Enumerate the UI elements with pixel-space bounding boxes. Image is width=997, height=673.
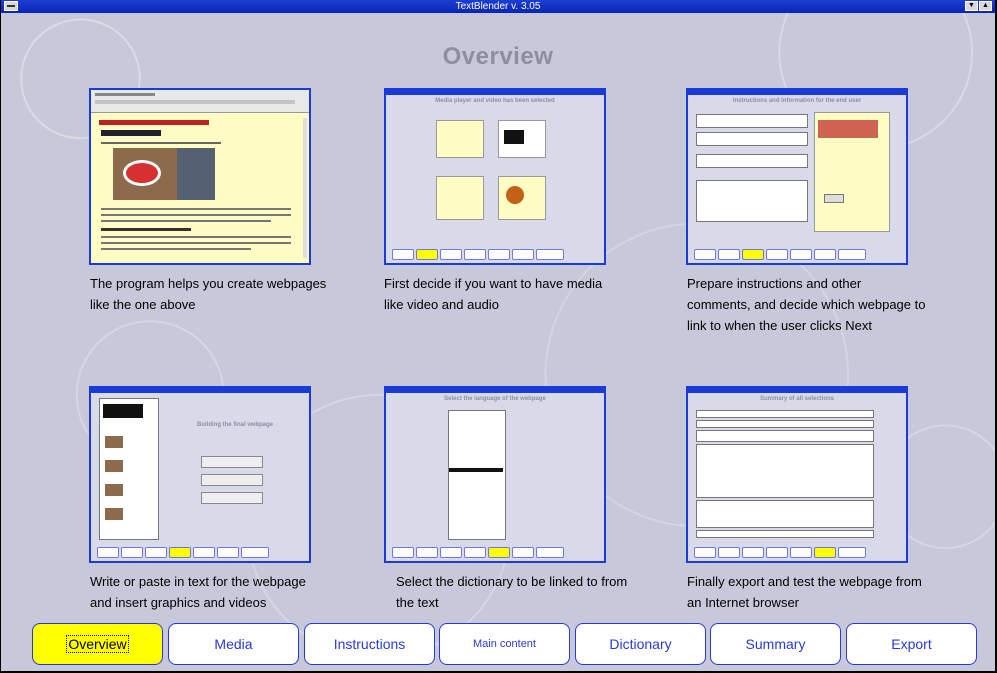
- maximize-icon[interactable]: ▲: [979, 1, 992, 11]
- nav-instructions-button[interactable]: Instructions: [304, 623, 435, 665]
- thumbnail-main-content: Building the final webpage: [89, 386, 311, 563]
- page-title: Overview: [442, 43, 554, 70]
- minimize-icon[interactable]: ▼: [965, 1, 978, 11]
- nav-overview-label: Overview: [66, 635, 129, 653]
- app-window: TextBlender v. 3.05 ▼ ▲ Overview The pro…: [0, 0, 997, 673]
- bottom-nav: Overview Media Instructions Main content…: [1, 623, 995, 665]
- nav-main-content-button[interactable]: Main content: [439, 623, 570, 665]
- system-menu-icon[interactable]: [4, 1, 18, 11]
- caption-summary: Finally export and test the webpage from…: [687, 574, 922, 610]
- nav-export-button[interactable]: Export: [846, 623, 977, 665]
- thumbnail-media: Media player and video has been selected: [384, 88, 606, 265]
- thumbnail-summary: Summary of all selections: [686, 386, 908, 563]
- caption-dictionary: Select the dictionary to be linked to fr…: [396, 574, 628, 610]
- title-bar[interactable]: TextBlender v. 3.05 ▼ ▲: [1, 0, 995, 13]
- thumbnail-sample-webpage: [89, 88, 311, 265]
- caption-instructions: Prepare instructions and other comments,…: [687, 276, 926, 333]
- nav-media-button[interactable]: Media: [168, 623, 299, 665]
- nav-overview-button[interactable]: Overview: [32, 623, 163, 665]
- main-content: Overview The program helps you create we…: [1, 13, 995, 671]
- caption-media: First decide if you want to have media l…: [384, 276, 603, 312]
- thumbnail-dictionary: Select the language of the webpage: [384, 386, 606, 563]
- caption-main-content: Write or paste in text for the webpage a…: [90, 574, 306, 610]
- thumbnail-instructions: Instructions and information for the end…: [686, 88, 908, 265]
- caption-sample-webpage: The program helps you create webpages li…: [90, 276, 327, 312]
- nav-summary-button[interactable]: Summary: [710, 623, 841, 665]
- window-title: TextBlender v. 3.05: [455, 1, 541, 12]
- nav-dictionary-button[interactable]: Dictionary: [575, 623, 706, 665]
